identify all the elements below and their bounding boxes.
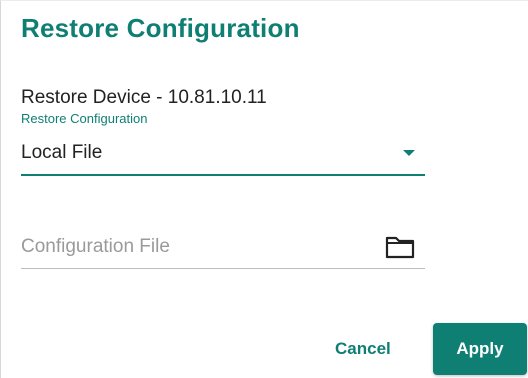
- cancel-button[interactable]: Cancel: [335, 339, 391, 359]
- dropdown-arrow-icon: [403, 150, 415, 156]
- configuration-file-field: [21, 229, 425, 269]
- restore-source-select[interactable]: Local File: [21, 138, 425, 176]
- dialog-subtitle: Restore Device - 10.81.10.11: [21, 87, 267, 108]
- apply-button[interactable]: Apply: [433, 323, 527, 375]
- folder-icon[interactable]: [385, 234, 415, 260]
- restore-configuration-dialog: Restore Configuration Restore Device - 1…: [0, 0, 528, 378]
- dialog-title: Restore Configuration: [21, 13, 300, 43]
- restore-source-value: Local File: [21, 142, 103, 163]
- restore-source-label: Restore Configuration: [21, 111, 148, 126]
- configuration-file-input[interactable]: [21, 229, 371, 265]
